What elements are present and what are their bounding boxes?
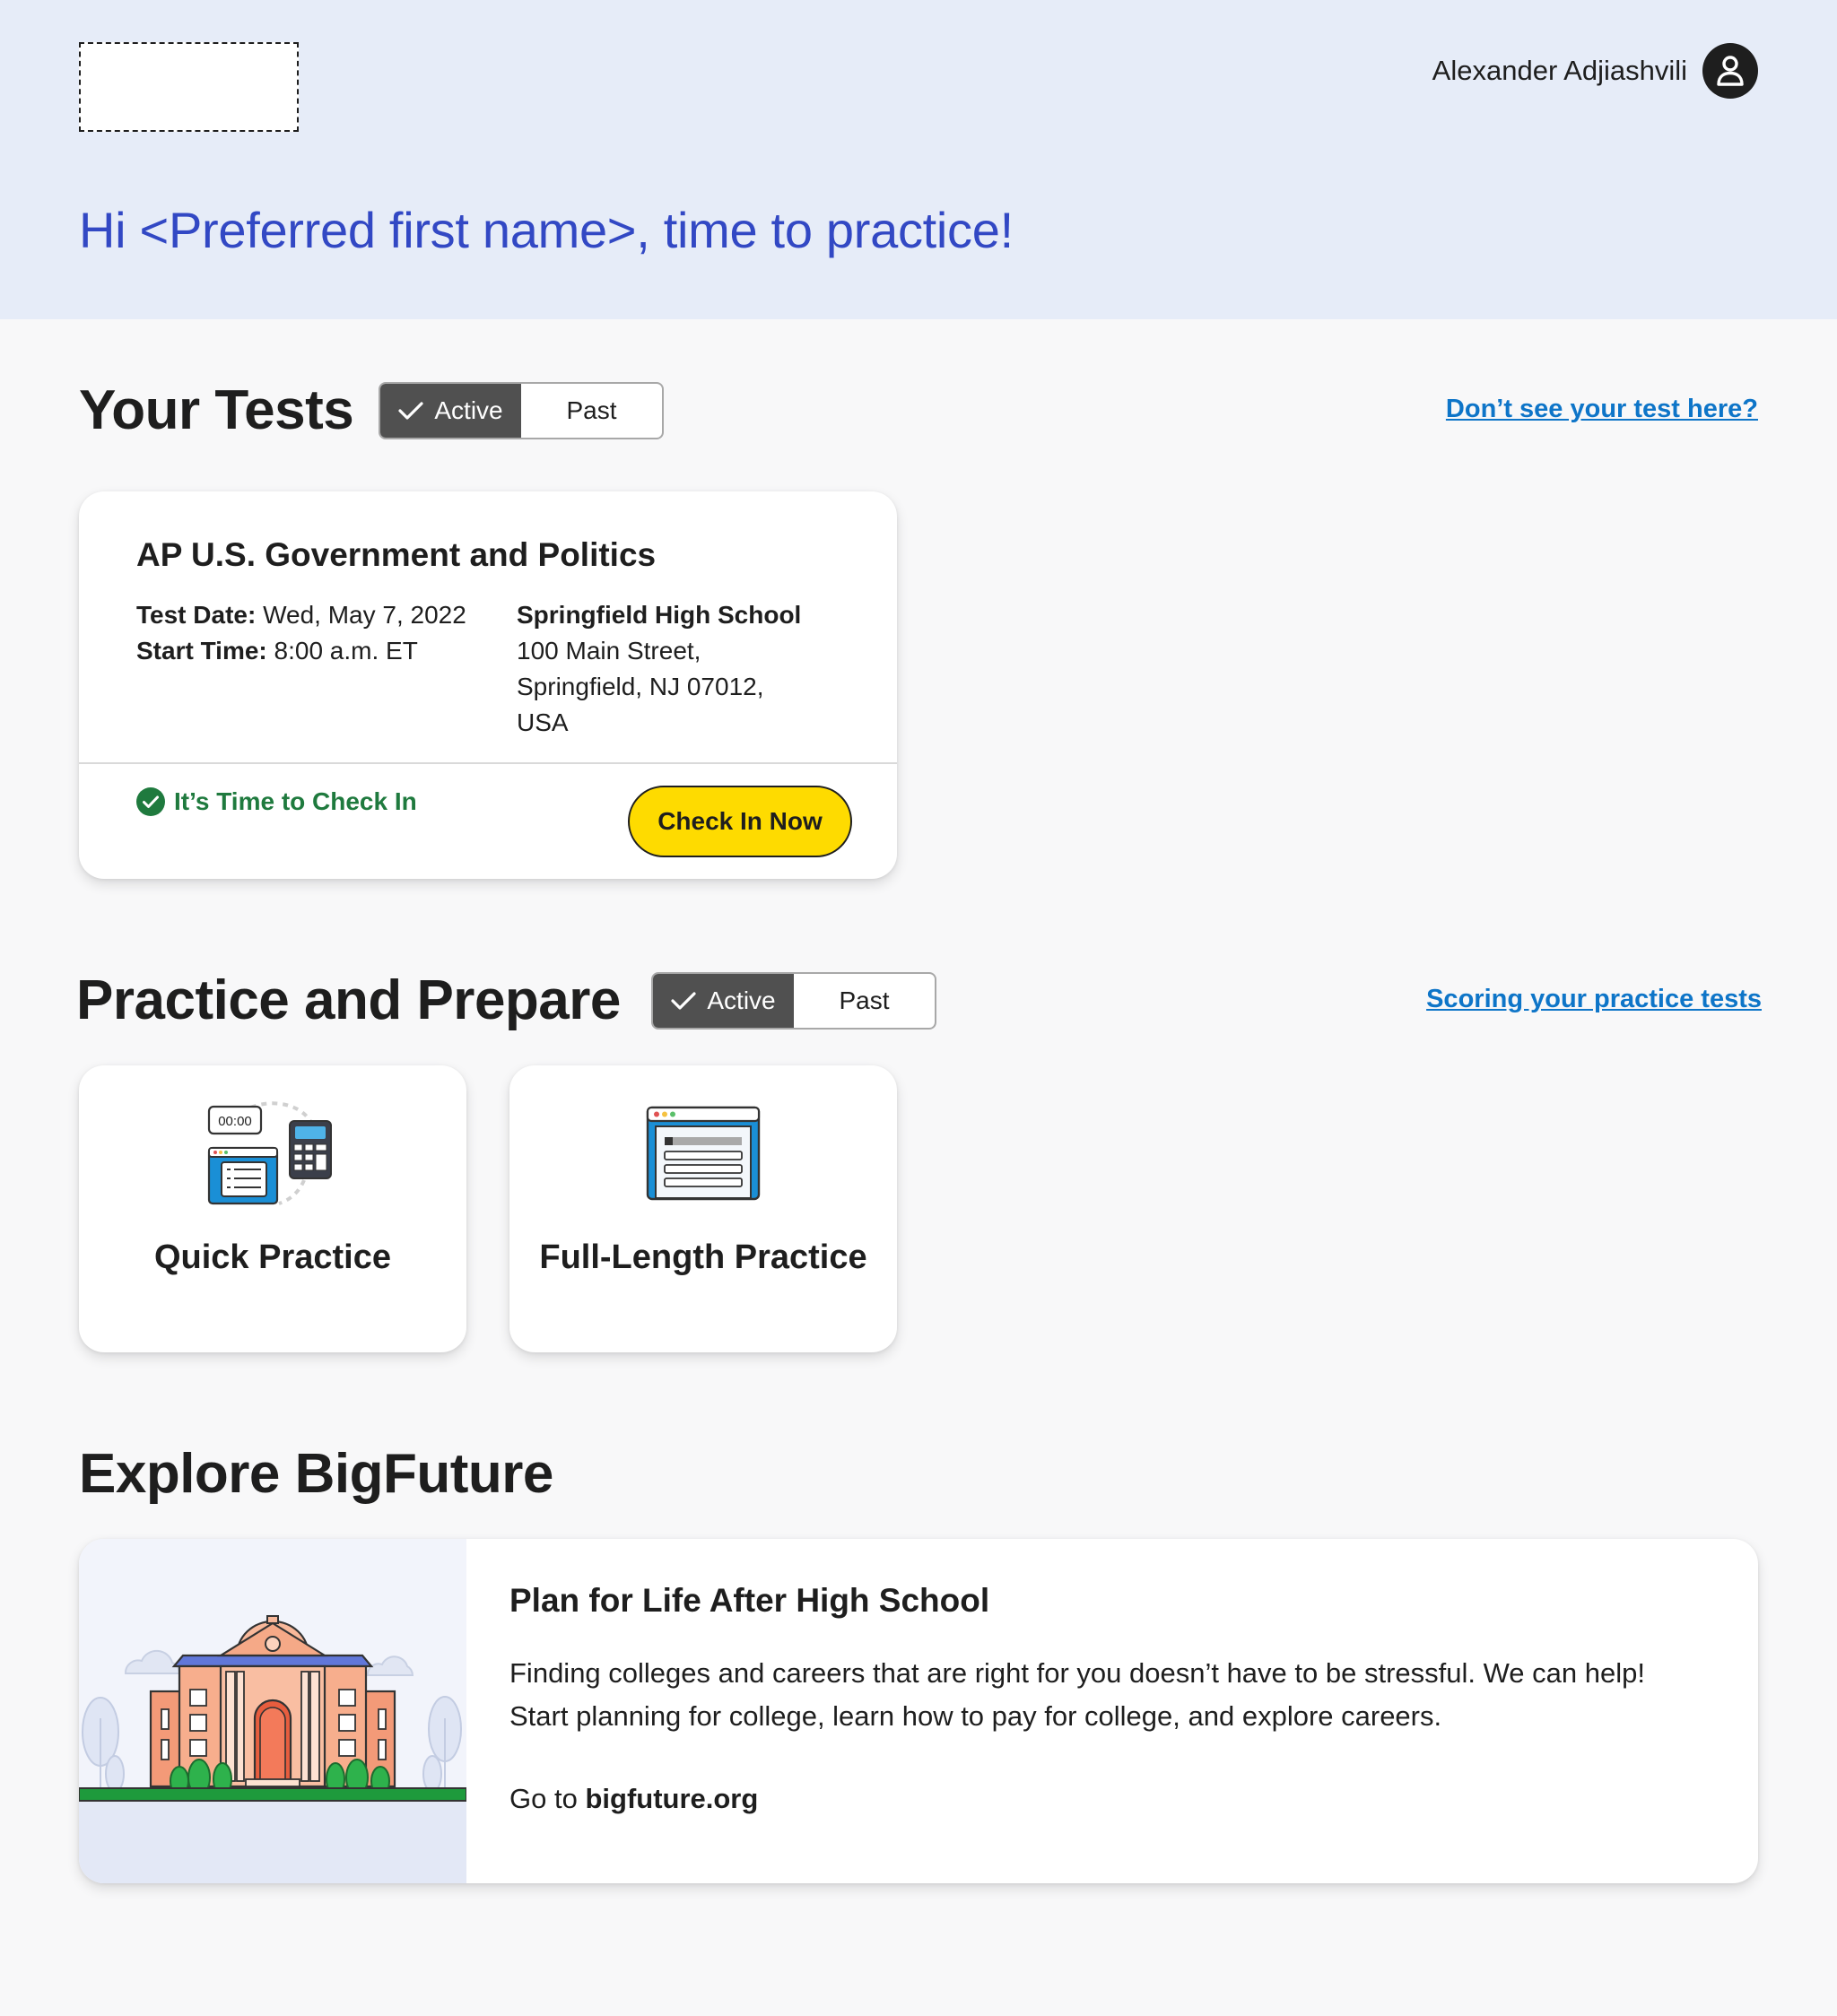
practice-filter-toggle: Active Past [651,972,936,1030]
toggle-label: Past [839,986,890,1014]
full-length-practice-card[interactable]: Full-Length Practice [509,1065,897,1352]
go-prefix: Go to [509,1783,578,1814]
test-date: Wed, May 7, 2022 [263,601,466,629]
toggle-label: Past [566,396,617,424]
college-building-icon [79,1539,467,1883]
your-tests-past-option[interactable]: Past [521,384,662,438]
check-circle-icon [136,787,165,816]
user-menu[interactable]: Alexander Adjiashvili [1432,43,1758,99]
page-greeting: Hi <Preferred first name>, time to pract… [79,202,1014,258]
explore-card-description: Finding colleges and careers that are ri… [509,1657,1645,1732]
test-location: Springfield High School 100 Main Street,… [517,597,813,741]
logo-placeholder[interactable] [79,42,299,132]
start-time-label: Start Time: [136,637,267,665]
browser-document-icon [645,1099,762,1206]
explore-card-link[interactable]: Go to bigfuture.org [509,1783,758,1815]
your-tests-active-option[interactable]: Active [380,384,521,438]
timer-text: 00:00 [218,1114,252,1129]
checkmark-icon [671,992,696,1010]
toggle-label: Active [434,396,503,424]
card-divider [79,762,897,764]
explore-card-title: Plan for Life After High School [509,1582,990,1619]
scoring-practice-tests-link[interactable]: Scoring your practice tests [1426,985,1762,1014]
check-in-status: It’s Time to Check In [136,787,417,816]
test-title: AP U.S. Government and Politics [136,536,657,573]
practice-heading: Practice and Prepare [76,969,621,1031]
timer-calculator-icon: 00:00 [205,1099,340,1215]
bigfuture-link[interactable]: bigfuture.org [585,1783,758,1814]
practice-active-option[interactable]: Active [653,974,794,1028]
your-tests-heading: Your Tests [79,379,354,441]
practice-card-label: Full-Length Practice [539,1238,867,1276]
bigfuture-card[interactable]: Plan for Life After High School Finding … [79,1539,1758,1883]
location-name: Springfield High School [517,601,802,629]
status-text: It’s Time to Check In [174,787,417,815]
address-line: Springfield, NJ 07012, [517,673,764,700]
address-line: USA [517,708,569,736]
check-in-now-button[interactable]: Check In Now [628,786,852,857]
practice-past-option[interactable]: Past [794,974,935,1028]
start-time: 8:00 a.m. ET [274,637,418,665]
address-line: 100 Main Street, [517,637,701,665]
checkmark-icon [398,402,423,420]
test-date-label: Test Date: [136,601,257,629]
dont-see-test-link[interactable]: Don’t see your test here? [1446,395,1758,424]
your-tests-filter-toggle: Active Past [379,382,664,439]
toggle-label: Active [707,986,776,1014]
practice-card-label: Quick Practice [153,1238,392,1276]
user-avatar-icon[interactable] [1702,43,1758,99]
page-header: Alexander Adjiashvili Hi <Preferred firs… [0,0,1837,319]
explore-heading: Explore BigFuture [79,1443,553,1505]
test-schedule: Test Date: Wed, May 7, 2022 Start Time: … [136,597,466,669]
quick-practice-card[interactable]: 00:00 Quick Practice [79,1065,466,1352]
test-card: AP U.S. Government and Politics Test Dat… [79,491,897,879]
user-name: Alexander Adjiashvili [1432,55,1687,86]
